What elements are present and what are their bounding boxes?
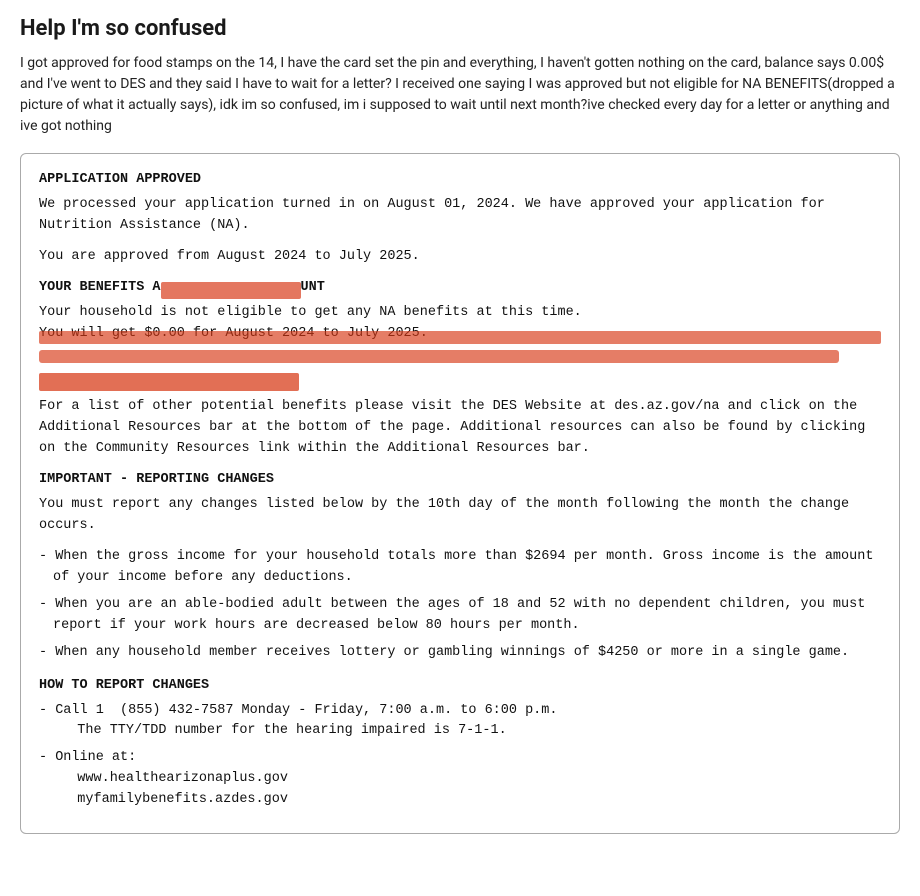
section2-header-text-visible: YOUR BENEFITS A bbox=[39, 280, 161, 295]
section1-para2: You are approved from August 2024 to Jul… bbox=[39, 247, 881, 268]
section5-header: HOW TO REPORT CHANGES bbox=[39, 676, 881, 697]
list-item-online: Online at: www.healthearizonaplus.gov my… bbox=[39, 748, 881, 811]
section1-para1: We processed your application turned in … bbox=[39, 195, 881, 237]
section2-para-line1: Your household is not eligible to get an… bbox=[39, 303, 881, 324]
intro-paragraph: I got approved for food stamps on the 14… bbox=[20, 53, 900, 137]
section3-header-redacted bbox=[39, 373, 299, 391]
section2-para-line2: You will get $0.00 for August 2024 to Ju… bbox=[39, 324, 881, 345]
section1-header: APPLICATION APPROVED bbox=[39, 170, 881, 191]
page-title: Help I'm so confused bbox=[20, 16, 900, 41]
list-item-phone: Call 1 (855) 432-7587 Monday - Friday, 7… bbox=[39, 701, 881, 743]
section3-para: For a list of other potential benefits p… bbox=[39, 397, 881, 460]
section4-intro: You must report any changes listed below… bbox=[39, 495, 881, 537]
section2-header: YOUR BENEFITS A UNT bbox=[39, 278, 881, 299]
red-bottom-bar bbox=[39, 350, 839, 363]
list-item: When the gross income for your household… bbox=[39, 547, 881, 589]
section2-header-redacted bbox=[161, 282, 301, 299]
section3-header-area bbox=[39, 373, 881, 391]
section4-header: IMPORTANT - REPORTING CHANGES bbox=[39, 470, 881, 491]
section2-content: Your household is not eligible to get an… bbox=[39, 303, 881, 345]
section2-header-text-unt: UNT bbox=[301, 280, 325, 295]
letter-document: APPLICATION APPROVED We processed your a… bbox=[20, 153, 900, 834]
list-item: When any household member receives lotte… bbox=[39, 643, 881, 664]
list-item: When you are an able-bodied adult betwee… bbox=[39, 595, 881, 637]
section4-list: When the gross income for your household… bbox=[39, 547, 881, 664]
section5-list: Call 1 (855) 432-7587 Monday - Friday, 7… bbox=[39, 701, 881, 812]
